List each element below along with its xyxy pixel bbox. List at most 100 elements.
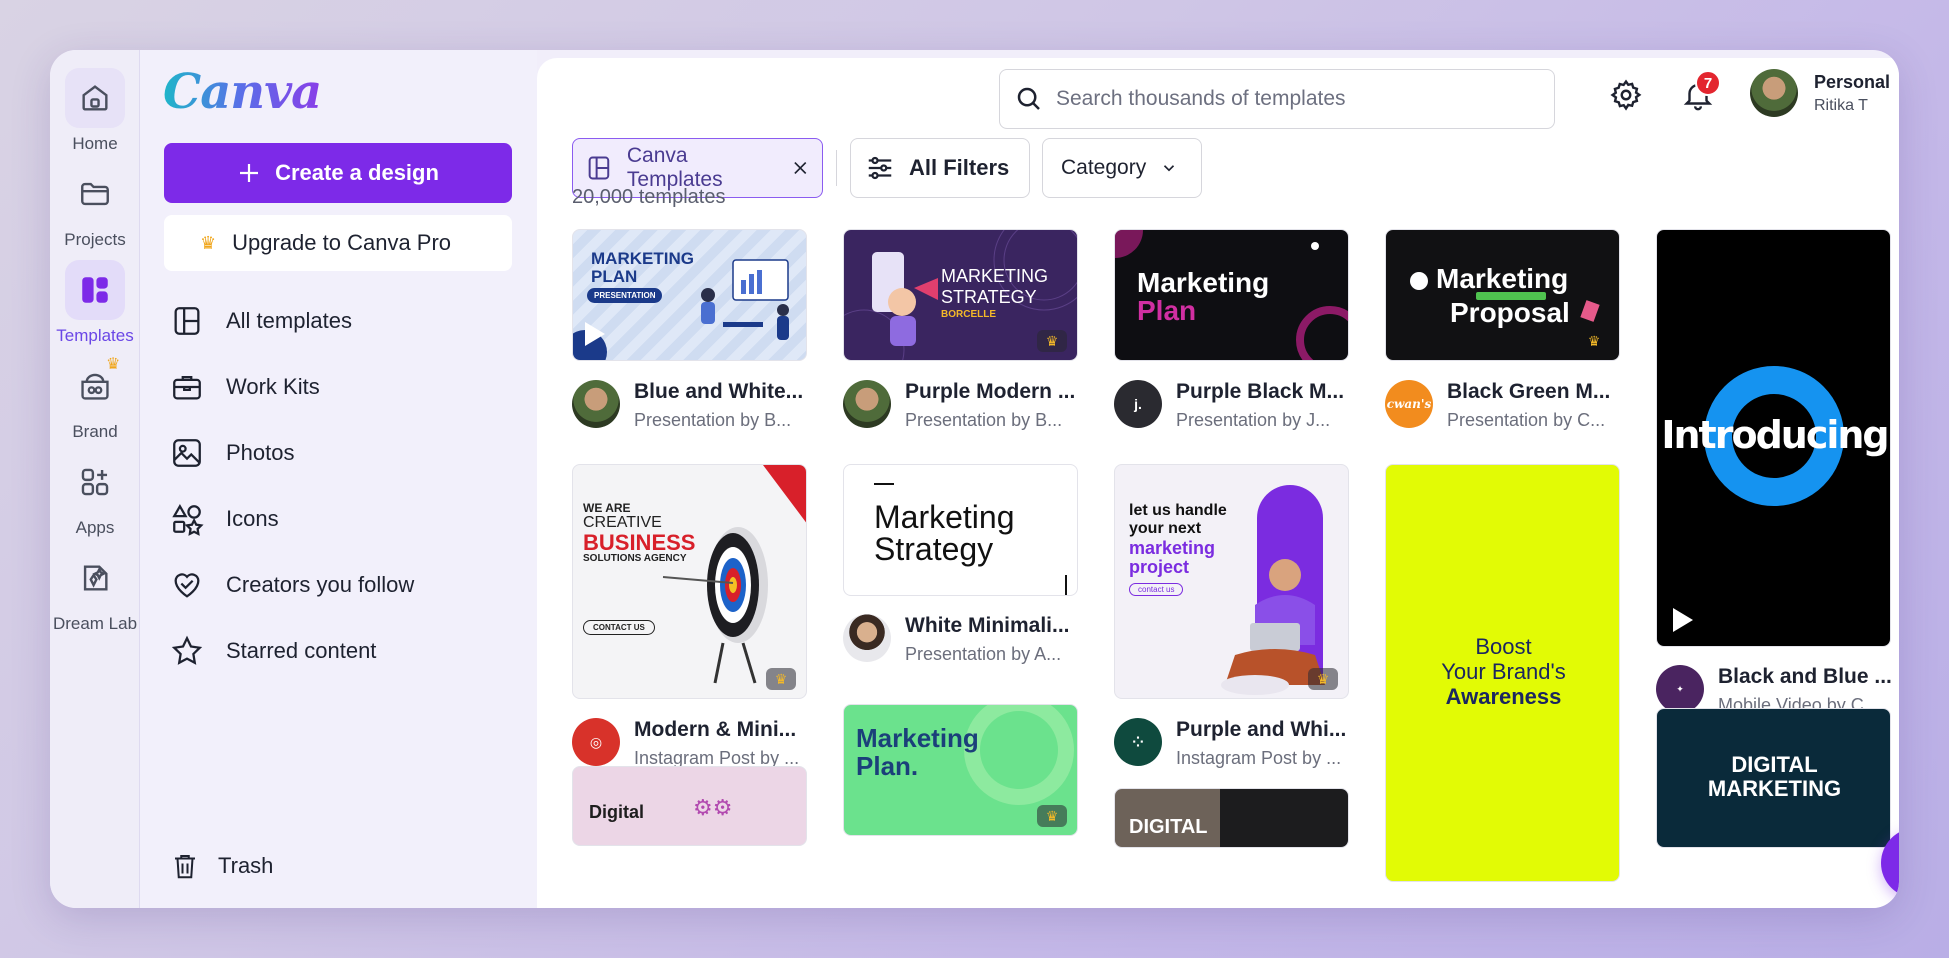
- account-switcher[interactable]: Personal Ritika T: [1750, 69, 1899, 117]
- template-card-meta[interactable]: White Minimali... Presentation by A...: [843, 614, 1083, 665]
- upgrade-pro-button[interactable]: ♛ Upgrade to Canva Pro: [164, 215, 512, 271]
- all-filters-button[interactable]: All Filters: [850, 138, 1030, 198]
- template-thumbnail[interactable]: Marketing Plan. ♛: [843, 704, 1078, 836]
- premium-crown-icon: ♛: [1037, 330, 1067, 352]
- briefcase-icon: [173, 375, 201, 400]
- rail-apps[interactable]: Apps: [50, 452, 140, 538]
- template-thumbnail[interactable]: Marketing Plan: [1114, 229, 1349, 361]
- template-thumbnail[interactable]: MARKETING STRATEGY BORCELLE ♛: [843, 229, 1078, 361]
- template-card-meta[interactable]: j. Purple Black M... Presentation by J...: [1114, 380, 1354, 431]
- templates-outline-icon: [174, 307, 200, 335]
- thumb-text: Proposal: [1450, 297, 1570, 328]
- thumb-text: Plan.: [856, 751, 919, 781]
- creator-avatar: ✦: [1656, 665, 1704, 713]
- play-icon: [1673, 608, 1693, 632]
- thumb-text: Digital: [589, 802, 645, 822]
- creator-avatar: j.: [1114, 380, 1162, 428]
- template-thumbnail[interactable]: Marketing Proposal ♛: [1385, 229, 1620, 361]
- card-title: Blue and White...: [634, 380, 804, 403]
- search-bar[interactable]: [999, 69, 1555, 129]
- thumb-text: marketing: [1129, 538, 1216, 558]
- thumb-text: Marketing: [856, 723, 979, 753]
- template-thumbnail[interactable]: Introducing: [1656, 229, 1891, 647]
- rail-dream-lab[interactable]: Dream Lab: [50, 548, 140, 634]
- template-thumbnail[interactable]: MARKETING PLAN PRESENTATION: [572, 229, 807, 361]
- main-content: 7 Personal Ritika T Canva Templates All …: [537, 58, 1899, 908]
- thumb-text: Awareness: [1445, 684, 1562, 709]
- template-card-meta[interactable]: cwan's Black Green M... Presentation by C…: [1385, 380, 1625, 431]
- close-icon[interactable]: [791, 158, 810, 178]
- card-title: Black and Blue ...: [1718, 665, 1892, 688]
- template-thumbnail[interactable]: let us handle your next marketing projec…: [1114, 464, 1349, 699]
- search-input[interactable]: [1056, 87, 1554, 111]
- thumb-text: Marketing: [1137, 267, 1270, 298]
- thumb-text: let us handle: [1129, 502, 1227, 519]
- thumb-text: STRATEGY: [941, 287, 1037, 307]
- sidebar-item-label: Photos: [226, 440, 295, 465]
- category-label: Category: [1061, 156, 1147, 179]
- rail-projects[interactable]: Projects: [50, 164, 140, 250]
- premium-crown-icon: ♛: [1037, 805, 1067, 827]
- create-design-button[interactable]: Create a design: [164, 143, 512, 203]
- creator-avatar: [572, 380, 620, 428]
- sidebar-item-starred[interactable]: Starred content: [170, 618, 510, 684]
- folder-icon: [65, 164, 125, 224]
- rail-templates-label: Templates: [56, 326, 134, 345]
- thumb-tag: BORCELLE: [941, 309, 996, 320]
- image-icon: [173, 439, 201, 467]
- sidebar-item-creators[interactable]: Creators you follow: [170, 552, 510, 618]
- sidebar-item-label: All templates: [226, 308, 352, 333]
- sidebar-item-label: Icons: [226, 506, 279, 531]
- account-type: Personal: [1814, 71, 1891, 92]
- card-subtitle: Presentation by C...: [1447, 410, 1606, 430]
- rail-templates[interactable]: Templates: [50, 260, 140, 346]
- rail-home[interactable]: Home: [50, 68, 140, 154]
- template-thumbnail[interactable]: Marketing Strategy: [843, 464, 1078, 596]
- sidebar-item-photos[interactable]: Photos: [170, 420, 510, 486]
- canva-window: Home Projects Templates ♛ Brand Apps Dre…: [50, 50, 1899, 908]
- sliders-icon: [868, 156, 892, 180]
- card-subtitle: Presentation by J...: [1176, 410, 1331, 430]
- template-card-meta[interactable]: ⁘ Purple and Whi... Instagram Post by ...: [1114, 718, 1354, 769]
- category-dropdown[interactable]: Category: [1042, 138, 1202, 198]
- sidebar-item-label: Starred content: [226, 638, 377, 663]
- search-icon: [1017, 87, 1040, 110]
- thumb-text: Boost: [1475, 634, 1532, 659]
- thumb-text: Plan: [1137, 295, 1197, 326]
- chip-label: Canva Templates: [626, 144, 723, 191]
- crown-icon: ♛: [200, 232, 217, 253]
- crown-icon: ♛: [106, 356, 121, 373]
- template-thumbnail[interactable]: WE ARE CREATIVE BUSINESS SOLUTIONS AGENC…: [572, 464, 807, 699]
- card-subtitle: Presentation by B...: [634, 410, 792, 430]
- sidebar-item-icons[interactable]: Icons: [170, 486, 510, 552]
- template-thumbnail[interactable]: Boost Your Brand's Awareness: [1385, 464, 1620, 882]
- notification-badge: 7: [1695, 70, 1721, 96]
- thumb-text: Marketing: [1436, 263, 1569, 294]
- sidebar-item-work-kits[interactable]: Work Kits: [170, 354, 510, 420]
- template-thumbnail[interactable]: DIGITAL: [1114, 788, 1349, 848]
- gear-icon[interactable]: [1609, 78, 1643, 112]
- card-subtitle: Presentation by A...: [905, 644, 1062, 664]
- thumb-text: Strategy: [874, 531, 994, 567]
- rail-dream-lab-label: Dream Lab: [52, 614, 138, 633]
- avatar: [1750, 69, 1798, 117]
- template-thumbnail[interactable]: Digital ⚙⚙: [572, 766, 807, 846]
- creator-avatar: cwan's: [1385, 380, 1433, 428]
- rail-brand-label: Brand: [72, 422, 118, 441]
- template-card-meta[interactable]: Blue and White... Presentation by B...: [572, 380, 812, 431]
- creator-avatar: ⁘: [1114, 718, 1162, 766]
- card-title: White Minimali...: [905, 614, 1070, 637]
- heart-icon: [174, 573, 200, 598]
- template-thumbnail[interactable]: DIGITAL MARKETING: [1656, 708, 1891, 848]
- creator-avatar: [843, 380, 891, 428]
- sidebar-item-all-templates[interactable]: All templates: [170, 288, 510, 354]
- thumb-tag: PRESENTATION: [587, 288, 663, 303]
- rail-brand[interactable]: ♛ Brand: [50, 356, 140, 442]
- thumb-text: MARKETING: [591, 249, 694, 268]
- template-card-meta[interactable]: Purple Modern ... Presentation by B...: [843, 380, 1083, 431]
- sidebar-nav: All templates Work Kits Photos Icons Cre…: [170, 288, 510, 684]
- canva-logo[interactable]: Canva: [163, 64, 322, 120]
- sidebar-item-trash[interactable]: Trash: [170, 850, 273, 882]
- template-card-meta[interactable]: ◎ Modern & Mini... Instagram Post by ...: [572, 718, 812, 769]
- rail-apps-label: Apps: [75, 518, 115, 537]
